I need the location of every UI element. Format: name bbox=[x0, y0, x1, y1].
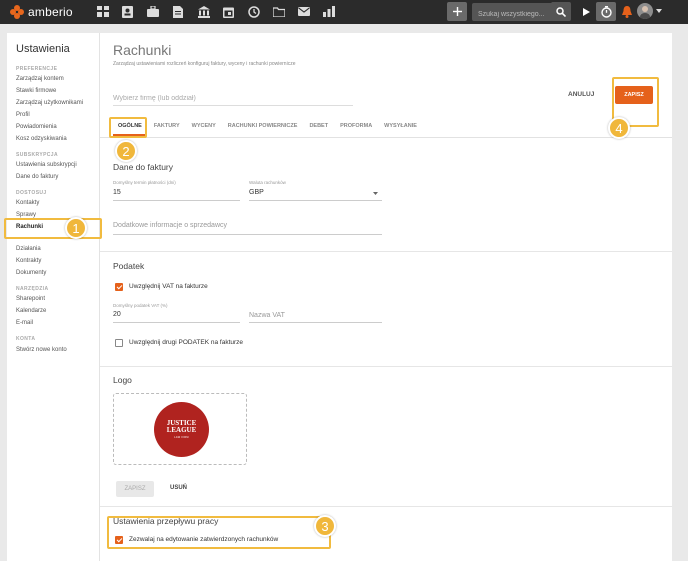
sidebar-section-accounts: KONTA bbox=[16, 336, 36, 342]
add-button[interactable] bbox=[447, 2, 467, 21]
history-icon[interactable] bbox=[247, 5, 260, 18]
cancel-button[interactable]: ANULUJ bbox=[568, 91, 594, 98]
chevron-down-icon[interactable] bbox=[656, 9, 662, 13]
tab-proforma[interactable]: PROFORMA bbox=[335, 120, 377, 136]
dashboard-icon[interactable] bbox=[96, 5, 109, 18]
logo-save-button[interactable]: ZAPISZ bbox=[116, 481, 154, 497]
logo-title: Logo bbox=[113, 375, 132, 385]
sidebar-section-customize: DOSTOSUJ bbox=[16, 190, 47, 196]
second-tax-checkbox[interactable] bbox=[115, 339, 123, 347]
sidebar-section-preferences: PREFERENCJE bbox=[16, 66, 58, 72]
tab-quotes[interactable]: WYCENY bbox=[187, 120, 221, 136]
due-days-label: Domyślny termin płatności (dni) bbox=[113, 180, 176, 185]
bills-settings-panel: Rachunki Zarządzaj ustawieniami rozlicze… bbox=[100, 33, 672, 561]
search-icon bbox=[556, 6, 566, 17]
play-timer-button[interactable] bbox=[576, 2, 596, 21]
currency-underline bbox=[249, 200, 382, 201]
vat-rate-label: Domyślny podatek VAT (%) bbox=[113, 303, 168, 308]
sidebar-title: Ustawienia bbox=[16, 43, 70, 55]
tab-sending[interactable]: WYSYŁANIE bbox=[379, 120, 422, 136]
include-vat-label: Uwzględnij VAT na fakturze bbox=[129, 283, 208, 290]
company-logo-image: JUSTICE LEAGUE LAW FIRM bbox=[154, 402, 209, 457]
top-navigation-bar: amberio bbox=[0, 0, 688, 24]
tab-debit[interactable]: DEBET bbox=[304, 120, 333, 136]
highlight-workflow-setting bbox=[107, 516, 331, 549]
amberio-logo[interactable]: amberio bbox=[10, 3, 73, 21]
sidebar-item-subscription-settings[interactable]: Ustawienia subskrypcji bbox=[16, 162, 77, 168]
currency-select[interactable]: GBP bbox=[249, 189, 264, 196]
currency-label: Waluta rachunków bbox=[249, 180, 286, 185]
vat-name-underline bbox=[249, 322, 382, 323]
step-badge-4: 4 bbox=[608, 117, 630, 139]
settings-sidebar: Ustawienia PREFERENCJE Zarządzaj kontem … bbox=[7, 33, 100, 561]
logo-remove-button[interactable]: USUŃ bbox=[170, 485, 187, 491]
sidebar-item-contracts[interactable]: Kontrakty bbox=[16, 258, 41, 264]
sidebar-item-company-rates[interactable]: Stawki firmowe bbox=[16, 88, 56, 94]
logo-text-line2: LEAGUE bbox=[166, 426, 197, 434]
due-days-underline bbox=[113, 200, 240, 201]
amberio-logo-icon bbox=[10, 5, 24, 19]
vat-name-input[interactable]: Nazwa VAT bbox=[249, 312, 285, 319]
additional-info-input[interactable]: Dodatkowe informacje o sprzedawcy bbox=[113, 222, 227, 229]
bank-icon[interactable] bbox=[197, 5, 210, 18]
invoice-data-title: Dane do faktury bbox=[113, 162, 174, 172]
play-icon bbox=[582, 7, 590, 16]
sidebar-item-email[interactable]: E-mail bbox=[16, 320, 33, 326]
tabs-divider bbox=[100, 137, 672, 138]
page-subtitle: Zarządzaj ustawieniami rozliczeń konfigu… bbox=[113, 61, 296, 67]
tab-trust-accounts[interactable]: RACHUNKI POWIERNICZE bbox=[223, 120, 303, 136]
brand-name: amberio bbox=[28, 5, 73, 19]
sidebar-item-profile[interactable]: Profil bbox=[16, 112, 30, 118]
chart-icon[interactable] bbox=[322, 5, 335, 18]
briefcase-icon[interactable] bbox=[146, 5, 159, 18]
sidebar-item-activities[interactable]: Działania bbox=[16, 246, 41, 252]
highlight-bills-item bbox=[4, 218, 102, 239]
vat-rate-value[interactable]: 20 bbox=[113, 311, 121, 318]
contacts-icon[interactable] bbox=[121, 5, 134, 18]
sidebar-item-documents[interactable]: Dokumenty bbox=[16, 270, 46, 276]
timer-icon bbox=[600, 5, 612, 18]
page-title: Rachunki bbox=[113, 42, 172, 58]
document-icon[interactable] bbox=[171, 5, 184, 18]
plus-icon bbox=[452, 7, 462, 16]
folder-icon[interactable] bbox=[272, 5, 285, 18]
sidebar-item-recycle-bin[interactable]: Kosz odzyskiwania bbox=[16, 136, 67, 142]
logo-upload-area[interactable]: JUSTICE LEAGUE LAW FIRM bbox=[113, 393, 247, 465]
due-days-value[interactable]: 15 bbox=[113, 189, 121, 196]
additional-info-underline bbox=[113, 234, 382, 235]
stopwatch-button[interactable] bbox=[596, 2, 616, 21]
settings-tabs: OGÓLNE FAKTURY WYCENY RACHUNKI POWIERNIC… bbox=[113, 120, 424, 136]
step-badge-3: 3 bbox=[314, 515, 336, 537]
logo-text-line3: LAW FIRM bbox=[174, 436, 189, 439]
tax-card bbox=[100, 251, 672, 366]
email-icon[interactable] bbox=[297, 5, 310, 18]
sidebar-section-tools: NARZĘDZIA bbox=[16, 286, 49, 292]
second-tax-label: Uwzględnij drugi PODATEK na fakturze bbox=[129, 339, 244, 346]
vat-rate-underline bbox=[113, 322, 240, 323]
sidebar-item-billing-details[interactable]: Dane do faktury bbox=[16, 174, 58, 180]
tab-invoices[interactable]: FAKTURY bbox=[149, 120, 185, 136]
sidebar-item-calendars[interactable]: Kalendarze bbox=[16, 308, 46, 314]
sidebar-item-contacts[interactable]: Kontakty bbox=[16, 200, 39, 206]
highlight-general-tab bbox=[109, 117, 147, 138]
search-input[interactable] bbox=[472, 5, 550, 24]
notifications-button[interactable] bbox=[617, 2, 637, 21]
sidebar-section-subscription: SUBSKRYPCJA bbox=[16, 152, 59, 158]
step-badge-1: 1 bbox=[65, 217, 87, 239]
include-vat-checkbox[interactable] bbox=[115, 283, 123, 291]
search-button[interactable] bbox=[551, 2, 571, 21]
calendar-icon[interactable] bbox=[222, 5, 235, 18]
tax-title: Podatek bbox=[113, 261, 145, 271]
sidebar-item-manage-account[interactable]: Zarządzaj kontem bbox=[16, 76, 64, 82]
sidebar-item-sharepoint[interactable]: Sharepoint bbox=[16, 296, 45, 302]
sidebar-item-create-account[interactable]: Stwórz nowe konto bbox=[16, 347, 67, 353]
company-select-input[interactable] bbox=[113, 91, 353, 106]
step-badge-2: 2 bbox=[115, 140, 137, 162]
sidebar-item-manage-users[interactable]: Zarządzaj użytkownikami bbox=[16, 100, 83, 106]
sidebar-item-notifications[interactable]: Powiadomienia bbox=[16, 124, 57, 130]
notification-icon bbox=[622, 5, 632, 18]
currency-dropdown-icon[interactable] bbox=[373, 192, 378, 195]
user-avatar[interactable] bbox=[637, 3, 653, 19]
